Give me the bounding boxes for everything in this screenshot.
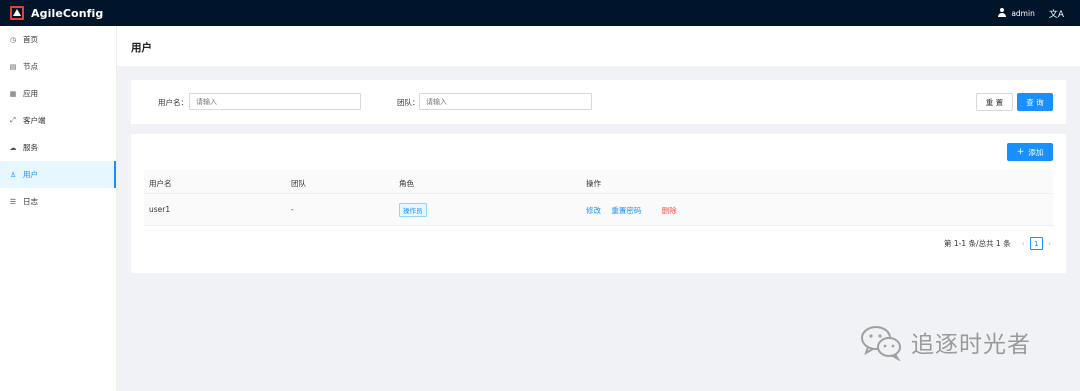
logo-icon [10, 6, 24, 20]
role-tag: 操作员 [399, 203, 427, 217]
sidebar-item-nodes[interactable]: ▤ 节点 [0, 53, 116, 80]
client-icon: ⤢ [10, 116, 16, 124]
search-form: 用户名： 团队： 重 置 查 询 [131, 80, 1066, 124]
dashboard-icon: ◷ [9, 35, 17, 44]
list-icon: ☰ [9, 197, 17, 206]
cell-team: - [291, 205, 294, 214]
page-header: 用户 [117, 26, 1080, 66]
user-icon: ♙ [9, 170, 17, 179]
app-logo[interactable]: AgileConfig [10, 6, 103, 20]
sidebar-item-label: 日志 [23, 197, 38, 206]
app-name: AgileConfig [31, 6, 104, 20]
sidebar-item-label: 应用 [23, 89, 38, 98]
plus-icon: + [1016, 147, 1025, 157]
node-icon: ▤ [9, 62, 17, 71]
reset-button[interactable]: 重 置 [976, 93, 1013, 111]
page-number[interactable]: 1 [1029, 237, 1043, 250]
edit-link[interactable]: 修改 [586, 206, 601, 215]
cell-role: 操作员 [399, 203, 427, 217]
column-header-team: 团队 [291, 179, 306, 188]
app-grid-icon: ▦ [9, 89, 17, 98]
wechat-icon [861, 326, 901, 361]
add-user-button[interactable]: + 添加 [1007, 143, 1053, 161]
delete-link[interactable]: 删除 [662, 206, 677, 215]
sidebar-item-users[interactable]: ♙ 用户 [0, 161, 116, 188]
sidebar-item-label: 服务 [23, 143, 38, 152]
sidebar-item-services[interactable]: ☁ 服务 [0, 134, 116, 161]
sidebar-item-clients[interactable]: ⤢ 客户端 [0, 107, 116, 134]
column-header-username: 用户名 [149, 179, 172, 188]
sidebar-item-label: 首页 [23, 35, 38, 44]
cloud-icon: ☁ [9, 143, 17, 152]
user-avatar-icon[interactable] [997, 8, 1007, 18]
header-actions: admin 文A [997, 0, 1064, 26]
username-label: 用户名： [158, 98, 188, 107]
sidebar-item-label: 节点 [23, 62, 38, 71]
pagination-total: 第 1-1 条/总共 1 条 [944, 239, 1011, 248]
add-user-label: 添加 [1028, 147, 1044, 157]
username-search-input[interactable] [189, 93, 361, 110]
team-search-input[interactable] [419, 93, 592, 110]
users-table-card: + 添加 用户名 团队 角色 操作 user1 - 操作员 修改 重置密码 删除… [131, 134, 1066, 273]
query-button[interactable]: 查 询 [1017, 93, 1053, 111]
username[interactable]: admin [1011, 9, 1035, 18]
sidebar-item-logs[interactable]: ☰ 日志 [0, 188, 116, 215]
team-label: 团队： [397, 98, 420, 107]
pagination: 第 1-1 条/总共 1 条 ‹ 1 › [944, 237, 1054, 250]
sidebar-item-label: 客户端 [23, 116, 46, 125]
sidebar-item-label: 用户 [23, 170, 38, 179]
reset-password-link[interactable]: 重置密码 [611, 206, 641, 215]
next-page-icon[interactable]: › [1048, 239, 1051, 248]
table-header: 用户名 团队 角色 操作 [144, 170, 1053, 194]
column-header-actions: 操作 [586, 179, 601, 188]
cell-actions: 修改 重置密码 删除 [586, 205, 685, 216]
top-header: AgileConfig admin 文A [0, 0, 1080, 26]
sidebar-menu: ◷ 首页 ▤ 节点 ▦ 应用 ⤢ 客户端 ☁ 服务 ♙ 用户 ☰ 日志 [0, 26, 117, 391]
sidebar-item-apps[interactable]: ▦ 应用 [0, 80, 116, 107]
table-row: user1 - 操作员 修改 重置密码 删除 [144, 194, 1053, 226]
watermark-text: 追逐时光者 [911, 332, 1031, 358]
watermark: 追逐时光者 [858, 323, 1031, 361]
prev-page-icon[interactable]: ‹ [1022, 239, 1025, 248]
column-header-role: 角色 [399, 179, 414, 188]
sidebar-item-home[interactable]: ◷ 首页 [0, 26, 116, 53]
users-table: 用户名 团队 角色 操作 user1 - 操作员 修改 重置密码 删除 [144, 170, 1053, 226]
language-icon[interactable]: 文A [1049, 7, 1064, 20]
cell-username: user1 [149, 205, 171, 214]
page-title: 用户 [131, 42, 152, 54]
